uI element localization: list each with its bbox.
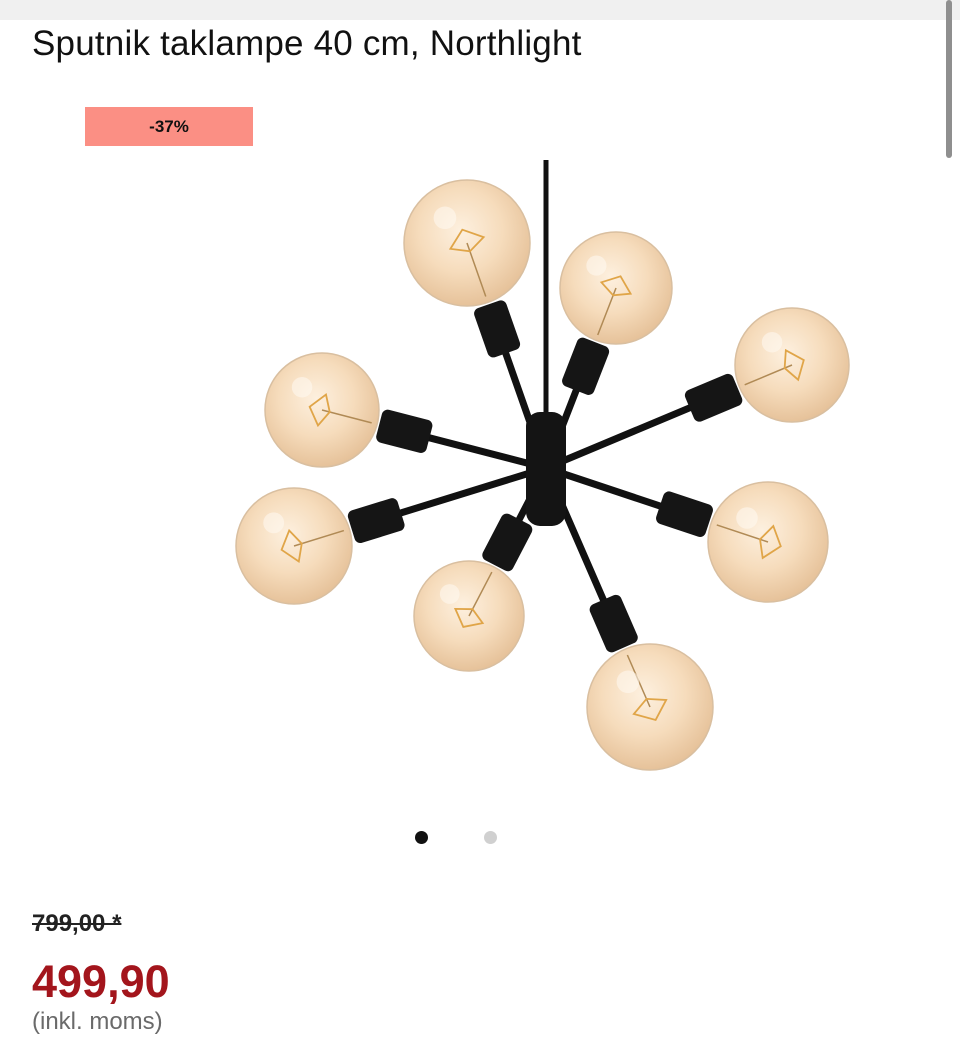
lamp-socket (684, 373, 743, 422)
lamp-socket (376, 409, 433, 453)
browser-top-strip (0, 0, 960, 20)
current-price: 499,90 (32, 956, 170, 1007)
lamp-socket (589, 594, 638, 653)
scrollbar-thumb[interactable] (946, 0, 952, 158)
discount-badge: -37% (85, 107, 253, 146)
discount-badge-label: -37% (149, 116, 189, 136)
old-price: 799,00 * (32, 910, 122, 937)
light-bulb (264, 352, 380, 468)
lamp-socket (562, 337, 610, 395)
lamp-socket (347, 498, 405, 544)
light-bulb (559, 231, 673, 345)
carousel-dot-2[interactable] (484, 831, 497, 844)
light-bulb (707, 481, 829, 603)
carousel-dot-1-active[interactable] (415, 831, 428, 844)
light-bulb (734, 307, 850, 423)
lamp-hub (526, 412, 566, 526)
vat-note: (inkl. moms) (32, 1008, 163, 1035)
light-bulb (413, 560, 525, 672)
product-title: Sputnik taklampe 40 cm, Northlight (32, 24, 582, 63)
light-bulb (586, 643, 714, 771)
light-bulb (403, 179, 531, 307)
product-image[interactable] (200, 150, 880, 800)
lamp-socket (474, 300, 521, 358)
light-bulb (235, 487, 353, 605)
lamp-socket (656, 491, 713, 537)
